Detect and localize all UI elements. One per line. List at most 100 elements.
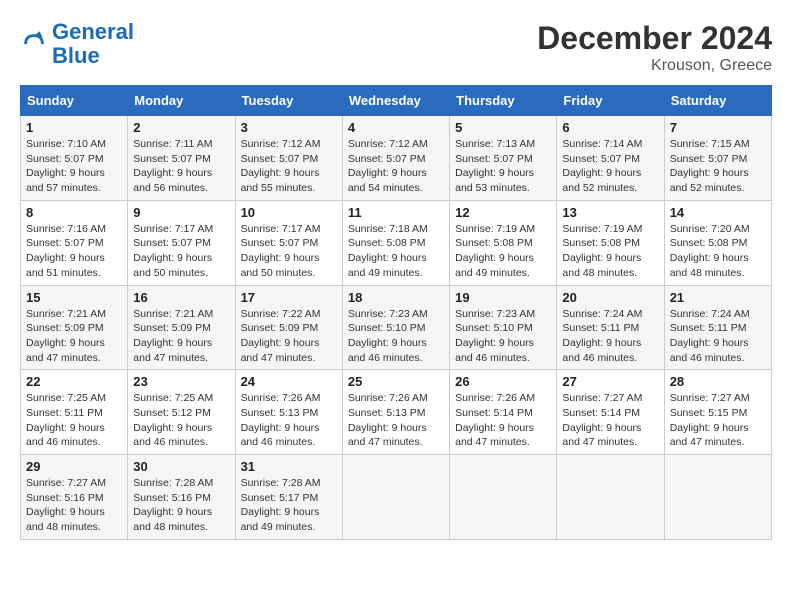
day-info: Sunrise: 7:28 AM Sunset: 5:17 PM Dayligh… bbox=[241, 476, 337, 535]
header-monday: Monday bbox=[128, 86, 235, 116]
calendar-table: SundayMondayTuesdayWednesdayThursdayFrid… bbox=[20, 85, 772, 540]
header-tuesday: Tuesday bbox=[235, 86, 342, 116]
day-info: Sunrise: 7:26 AM Sunset: 5:13 PM Dayligh… bbox=[348, 391, 444, 450]
sunrise-label: Sunrise: 7:23 AM bbox=[348, 308, 428, 320]
day-number: 3 bbox=[241, 120, 337, 135]
calendar-cell: 20 Sunrise: 7:24 AM Sunset: 5:11 PM Dayl… bbox=[557, 285, 664, 370]
calendar-cell: 24 Sunrise: 7:26 AM Sunset: 5:13 PM Dayl… bbox=[235, 370, 342, 455]
sunset-label: Sunset: 5:14 PM bbox=[562, 407, 640, 419]
calendar-cell: 30 Sunrise: 7:28 AM Sunset: 5:16 PM Dayl… bbox=[128, 455, 235, 540]
calendar-cell: 3 Sunrise: 7:12 AM Sunset: 5:07 PM Dayli… bbox=[235, 116, 342, 201]
page-header: General Blue December 2024 Krouson, Gree… bbox=[20, 20, 772, 75]
day-number: 6 bbox=[562, 120, 658, 135]
sunset-label: Sunset: 5:11 PM bbox=[26, 407, 103, 419]
daylight-label: Daylight: 9 hours and 49 minutes. bbox=[455, 252, 534, 279]
day-info: Sunrise: 7:22 AM Sunset: 5:09 PM Dayligh… bbox=[241, 307, 337, 366]
daylight-label: Daylight: 9 hours and 48 minutes. bbox=[670, 252, 749, 279]
sunset-label: Sunset: 5:07 PM bbox=[241, 237, 319, 249]
sunrise-label: Sunrise: 7:26 AM bbox=[455, 392, 535, 404]
sunrise-label: Sunrise: 7:18 AM bbox=[348, 223, 428, 235]
calendar-cell: 6 Sunrise: 7:14 AM Sunset: 5:07 PM Dayli… bbox=[557, 116, 664, 201]
calendar-cell: 21 Sunrise: 7:24 AM Sunset: 5:11 PM Dayl… bbox=[664, 285, 771, 370]
sunrise-label: Sunrise: 7:10 AM bbox=[26, 138, 106, 150]
daylight-label: Daylight: 9 hours and 46 minutes. bbox=[348, 337, 427, 364]
sunset-label: Sunset: 5:08 PM bbox=[670, 237, 748, 249]
day-number: 2 bbox=[133, 120, 229, 135]
calendar-cell: 28 Sunrise: 7:27 AM Sunset: 5:15 PM Dayl… bbox=[664, 370, 771, 455]
day-number: 29 bbox=[26, 459, 122, 474]
calendar-cell: 1 Sunrise: 7:10 AM Sunset: 5:07 PM Dayli… bbox=[21, 116, 128, 201]
day-number: 14 bbox=[670, 205, 766, 220]
calendar-cell: 25 Sunrise: 7:26 AM Sunset: 5:13 PM Dayl… bbox=[342, 370, 449, 455]
sunrise-label: Sunrise: 7:22 AM bbox=[241, 308, 321, 320]
sunset-label: Sunset: 5:07 PM bbox=[670, 153, 748, 165]
daylight-label: Daylight: 9 hours and 51 minutes. bbox=[26, 252, 105, 279]
sunset-label: Sunset: 5:14 PM bbox=[455, 407, 533, 419]
sunset-label: Sunset: 5:12 PM bbox=[133, 407, 211, 419]
sunrise-label: Sunrise: 7:23 AM bbox=[455, 308, 535, 320]
sunset-label: Sunset: 5:11 PM bbox=[670, 322, 747, 334]
calendar-week-1: 1 Sunrise: 7:10 AM Sunset: 5:07 PM Dayli… bbox=[21, 116, 772, 201]
day-info: Sunrise: 7:18 AM Sunset: 5:08 PM Dayligh… bbox=[348, 222, 444, 281]
calendar-cell: 13 Sunrise: 7:19 AM Sunset: 5:08 PM Dayl… bbox=[557, 200, 664, 285]
day-number: 28 bbox=[670, 374, 766, 389]
calendar-cell: 7 Sunrise: 7:15 AM Sunset: 5:07 PM Dayli… bbox=[664, 116, 771, 201]
day-number: 23 bbox=[133, 374, 229, 389]
calendar-cell bbox=[664, 455, 771, 540]
day-number: 15 bbox=[26, 290, 122, 305]
calendar-week-3: 15 Sunrise: 7:21 AM Sunset: 5:09 PM Dayl… bbox=[21, 285, 772, 370]
calendar-cell bbox=[342, 455, 449, 540]
sunset-label: Sunset: 5:16 PM bbox=[133, 492, 211, 504]
daylight-label: Daylight: 9 hours and 52 minutes. bbox=[562, 167, 641, 194]
sunrise-label: Sunrise: 7:25 AM bbox=[133, 392, 213, 404]
day-number: 26 bbox=[455, 374, 551, 389]
sunrise-label: Sunrise: 7:21 AM bbox=[26, 308, 106, 320]
day-info: Sunrise: 7:27 AM Sunset: 5:15 PM Dayligh… bbox=[670, 391, 766, 450]
day-number: 9 bbox=[133, 205, 229, 220]
logo-blue: Blue bbox=[52, 43, 100, 68]
calendar-cell: 9 Sunrise: 7:17 AM Sunset: 5:07 PM Dayli… bbox=[128, 200, 235, 285]
daylight-label: Daylight: 9 hours and 49 minutes. bbox=[241, 506, 320, 533]
sunset-label: Sunset: 5:15 PM bbox=[670, 407, 748, 419]
title-block: December 2024 Krouson, Greece bbox=[537, 20, 772, 75]
sunrise-label: Sunrise: 7:26 AM bbox=[241, 392, 321, 404]
daylight-label: Daylight: 9 hours and 52 minutes. bbox=[670, 167, 749, 194]
calendar-cell bbox=[557, 455, 664, 540]
day-info: Sunrise: 7:13 AM Sunset: 5:07 PM Dayligh… bbox=[455, 137, 551, 196]
daylight-label: Daylight: 9 hours and 47 minutes. bbox=[133, 337, 212, 364]
day-number: 13 bbox=[562, 205, 658, 220]
sunrise-label: Sunrise: 7:17 AM bbox=[133, 223, 213, 235]
sunset-label: Sunset: 5:07 PM bbox=[241, 153, 319, 165]
sunrise-label: Sunrise: 7:24 AM bbox=[562, 308, 642, 320]
calendar-cell: 11 Sunrise: 7:18 AM Sunset: 5:08 PM Dayl… bbox=[342, 200, 449, 285]
day-info: Sunrise: 7:11 AM Sunset: 5:07 PM Dayligh… bbox=[133, 137, 229, 196]
daylight-label: Daylight: 9 hours and 48 minutes. bbox=[26, 506, 105, 533]
day-info: Sunrise: 7:25 AM Sunset: 5:12 PM Dayligh… bbox=[133, 391, 229, 450]
header-saturday: Saturday bbox=[664, 86, 771, 116]
sunset-label: Sunset: 5:07 PM bbox=[348, 153, 426, 165]
daylight-label: Daylight: 9 hours and 47 minutes. bbox=[348, 422, 427, 449]
daylight-label: Daylight: 9 hours and 47 minutes. bbox=[26, 337, 105, 364]
day-info: Sunrise: 7:17 AM Sunset: 5:07 PM Dayligh… bbox=[133, 222, 229, 281]
sunrise-label: Sunrise: 7:20 AM bbox=[670, 223, 750, 235]
day-info: Sunrise: 7:19 AM Sunset: 5:08 PM Dayligh… bbox=[562, 222, 658, 281]
daylight-label: Daylight: 9 hours and 53 minutes. bbox=[455, 167, 534, 194]
logo-icon bbox=[20, 30, 48, 58]
calendar-cell: 18 Sunrise: 7:23 AM Sunset: 5:10 PM Dayl… bbox=[342, 285, 449, 370]
sunset-label: Sunset: 5:09 PM bbox=[241, 322, 319, 334]
day-info: Sunrise: 7:12 AM Sunset: 5:07 PM Dayligh… bbox=[348, 137, 444, 196]
calendar-week-5: 29 Sunrise: 7:27 AM Sunset: 5:16 PM Dayl… bbox=[21, 455, 772, 540]
day-number: 27 bbox=[562, 374, 658, 389]
sunrise-label: Sunrise: 7:21 AM bbox=[133, 308, 213, 320]
day-info: Sunrise: 7:12 AM Sunset: 5:07 PM Dayligh… bbox=[241, 137, 337, 196]
daylight-label: Daylight: 9 hours and 55 minutes. bbox=[241, 167, 320, 194]
sunrise-label: Sunrise: 7:12 AM bbox=[348, 138, 428, 150]
sunrise-label: Sunrise: 7:25 AM bbox=[26, 392, 106, 404]
daylight-label: Daylight: 9 hours and 47 minutes. bbox=[455, 422, 534, 449]
calendar-cell: 2 Sunrise: 7:11 AM Sunset: 5:07 PM Dayli… bbox=[128, 116, 235, 201]
day-info: Sunrise: 7:27 AM Sunset: 5:14 PM Dayligh… bbox=[562, 391, 658, 450]
day-number: 20 bbox=[562, 290, 658, 305]
calendar-cell: 4 Sunrise: 7:12 AM Sunset: 5:07 PM Dayli… bbox=[342, 116, 449, 201]
logo: General Blue bbox=[20, 20, 134, 68]
day-info: Sunrise: 7:23 AM Sunset: 5:10 PM Dayligh… bbox=[348, 307, 444, 366]
